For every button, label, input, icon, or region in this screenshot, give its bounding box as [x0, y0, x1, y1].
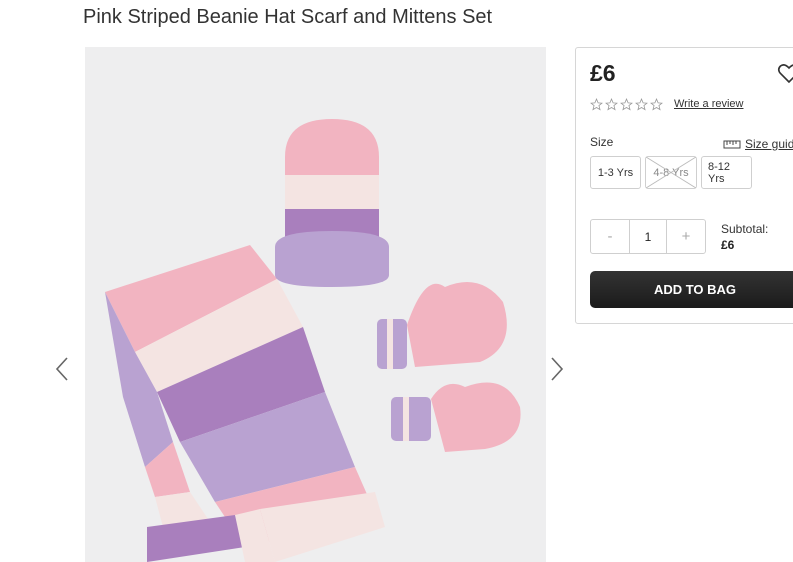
chevron-right-icon[interactable]: [547, 355, 567, 383]
page-title: Pink Striped Beanie Hat Scarf and Mitten…: [83, 6, 493, 28]
star-icon: [635, 98, 648, 111]
heart-icon[interactable]: [777, 61, 793, 85]
size-option-8-12-yrs[interactable]: 8-12 Yrs: [701, 156, 752, 189]
size-option-1-3-yrs[interactable]: 1-3 Yrs: [590, 156, 641, 189]
star-icon: [620, 98, 633, 111]
size-options: 1-3 Yrs 4-8 Yrs 8-12 Yrs: [590, 156, 752, 189]
product-image[interactable]: [85, 47, 546, 562]
size-option-label: 8-12 Yrs: [708, 160, 731, 185]
size-label: Size: [590, 135, 614, 149]
star-icon: [590, 98, 603, 111]
unavailable-cross: [646, 157, 696, 188]
size-guide-link[interactable]: Size guid: [723, 137, 793, 151]
size-guide-label: Size guid: [745, 137, 793, 151]
rating-stars: [590, 98, 663, 112]
beanie-illustration: [275, 119, 389, 287]
product-photo: [85, 47, 546, 562]
quantity-input[interactable]: 1: [629, 220, 667, 253]
buy-box: £6 Write a review Size Size guid 1-3 Yrs…: [575, 47, 793, 324]
price: £6: [590, 60, 616, 86]
size-option-4-8-yrs[interactable]: 4-8 Yrs: [645, 156, 697, 189]
chevron-left-icon[interactable]: [52, 355, 72, 383]
quantity-stepper: - 1 +: [590, 219, 706, 254]
ruler-icon: [723, 140, 741, 149]
size-option-label: 1-3 Yrs: [597, 166, 634, 179]
subtotal-label: Subtotal:: [721, 222, 769, 236]
quantity-increase-button[interactable]: +: [667, 220, 705, 253]
quantity-decrease-button[interactable]: -: [591, 220, 629, 253]
subtotal-value: £6: [721, 238, 735, 252]
add-to-bag-button[interactable]: ADD TO BAG: [590, 271, 793, 308]
write-review-link[interactable]: Write a review: [674, 98, 743, 110]
star-icon: [650, 98, 663, 111]
star-icon: [605, 98, 618, 111]
